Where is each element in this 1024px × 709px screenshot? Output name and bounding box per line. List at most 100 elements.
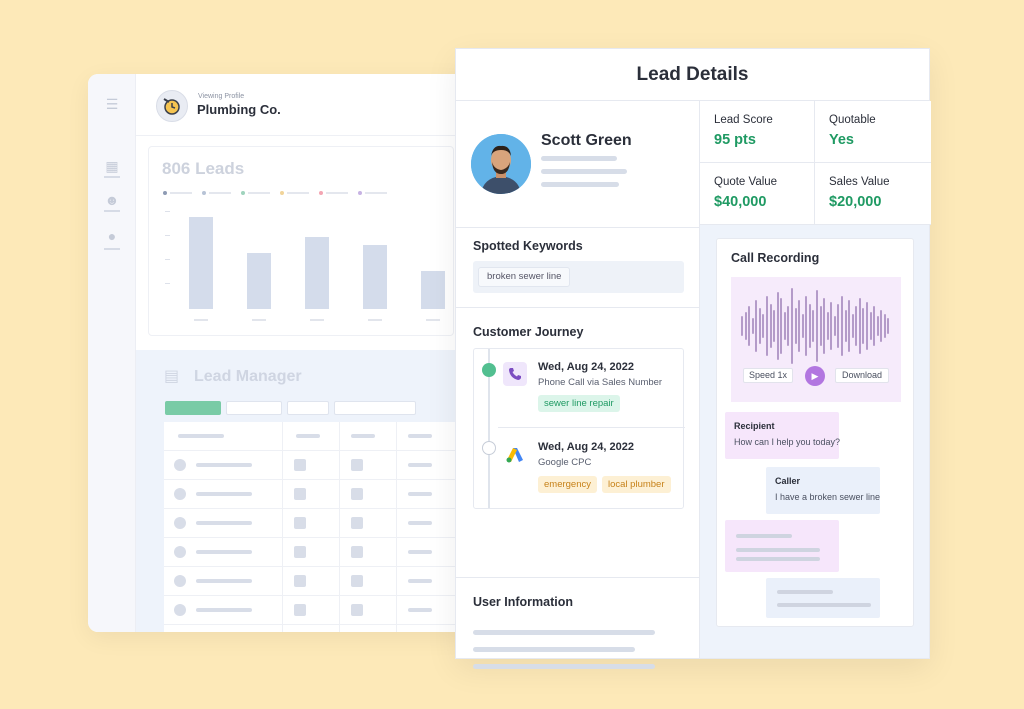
table-row[interactable] [164,509,464,538]
waveform-bar [819,306,822,346]
placeholder-line [777,603,871,607]
journey-tag[interactable]: local plumber [602,476,671,493]
play-button[interactable]: ▶ [805,366,825,386]
waveform-bar [833,316,836,336]
table-row[interactable] [164,538,464,567]
x-tick [310,319,324,321]
message-author: Recipient [734,421,775,431]
building-icon[interactable]: ▦ [104,158,120,174]
waveform-bar [780,298,783,354]
waveform-bar [830,302,833,350]
placeholder-line [736,557,820,561]
lead-manager-title: Lead Manager [194,368,302,385]
lead-table [164,422,464,632]
filter-chip[interactable] [226,401,282,415]
y-tick [165,259,170,260]
metric-value: $40,000 [714,194,767,210]
profile-photo [471,134,531,194]
chart-bar [363,245,387,309]
company-name: Plumbing Co. [197,102,281,117]
download-button[interactable]: Download [835,368,889,383]
placeholder-line [736,548,820,552]
journey-tag[interactable]: sewer line repair [538,395,620,412]
waveform-bar [873,306,876,346]
legend-item [358,191,387,195]
x-tick [252,319,266,321]
rail-indicator [104,176,120,178]
legend-item [280,191,309,195]
placeholder-line [736,534,792,538]
profile-section: Scott Green [456,101,699,228]
menu-icon[interactable]: ☰ [104,96,120,112]
chart-bar [421,271,445,309]
waveform-bar [748,306,751,346]
table-row[interactable] [164,480,464,509]
waveform-bar [744,312,747,340]
user-icon[interactable]: ● [104,228,120,244]
placeholder-line [777,590,833,594]
speed-button[interactable]: Speed 1x [743,368,793,383]
placeholder-line [541,156,617,161]
leads-bar-chart [163,207,453,327]
filter-chip[interactable] [287,401,329,415]
waveform-bar [758,308,761,344]
metric-value: $20,000 [829,194,882,210]
table-row[interactable] [164,567,464,596]
waveform-bar [841,296,843,356]
audio-waveform[interactable] [741,287,891,365]
waveform-bar [776,292,779,360]
waveform-bar [851,314,854,338]
waveform-bar [858,298,861,354]
placeholder-line [473,630,655,635]
metric-label: Quote Value [714,176,778,188]
keywords-box: broken sewer line [473,261,684,293]
user-information-title: User Information [473,595,574,609]
lead-right-column: Lead Score 95 pts Quotable Yes Quote Val… [700,101,931,658]
call-recording-card: Call Recording Speed 1x ▶ Download Recip… [716,238,914,627]
customer-journey-title: Customer Journey [473,325,584,339]
lead-manager-panel: ▤ Lead Manager [136,350,468,632]
table-row[interactable] [164,596,464,625]
metric-quote-value: Quote Value $40,000 [700,163,815,225]
legend-item [241,191,270,195]
chart-bar [305,237,329,309]
waveform-bar [794,308,797,344]
waveform-bar [869,312,872,340]
users-icon[interactable]: ☻ [104,192,120,208]
metric-value: Yes [829,132,854,148]
audio-player: Speed 1x ▶ Download [731,277,901,402]
call-recording-title: Call Recording [731,251,820,265]
journey-tag[interactable]: emergency [538,476,597,493]
timeline-dot-active [482,363,496,377]
waveform-bar [826,312,829,340]
keyword-chip[interactable]: broken sewer line [478,267,571,287]
filter-search[interactable] [334,401,416,415]
waveform-bar [769,304,772,348]
metric-label: Sales Value [829,176,890,188]
waveform-bar [855,306,858,346]
lead-details-panel: Lead Details Scott Green Spotted Keyword… [455,48,931,669]
rail-indicator [104,210,120,212]
filter-active[interactable] [165,401,221,415]
message-caller: Caller I have a broken sewer line [766,467,880,514]
list-icon: ▤ [164,368,180,385]
waveform-bar [751,318,754,334]
panel-title: Lead Details [456,49,929,101]
waveform-bar [880,310,883,342]
journey-source: Google CPC [538,457,592,468]
waveform-bar [848,300,851,352]
message-placeholder [766,578,880,618]
chart-bar [247,253,271,309]
wrench-clock-icon [163,98,180,115]
chart-legend [163,191,387,195]
message-text: How can I help you today? [734,437,841,447]
metric-quotable: Quotable Yes [815,101,931,163]
table-row[interactable] [164,451,464,480]
waveform-bar [773,310,776,342]
waveform-bar [876,316,879,336]
waveform-bar [766,296,768,356]
lead-name: Scott Green [541,132,632,149]
rail-indicator [104,248,120,250]
x-tick [194,319,208,321]
leads-count-title: 806 Leads [162,159,245,178]
